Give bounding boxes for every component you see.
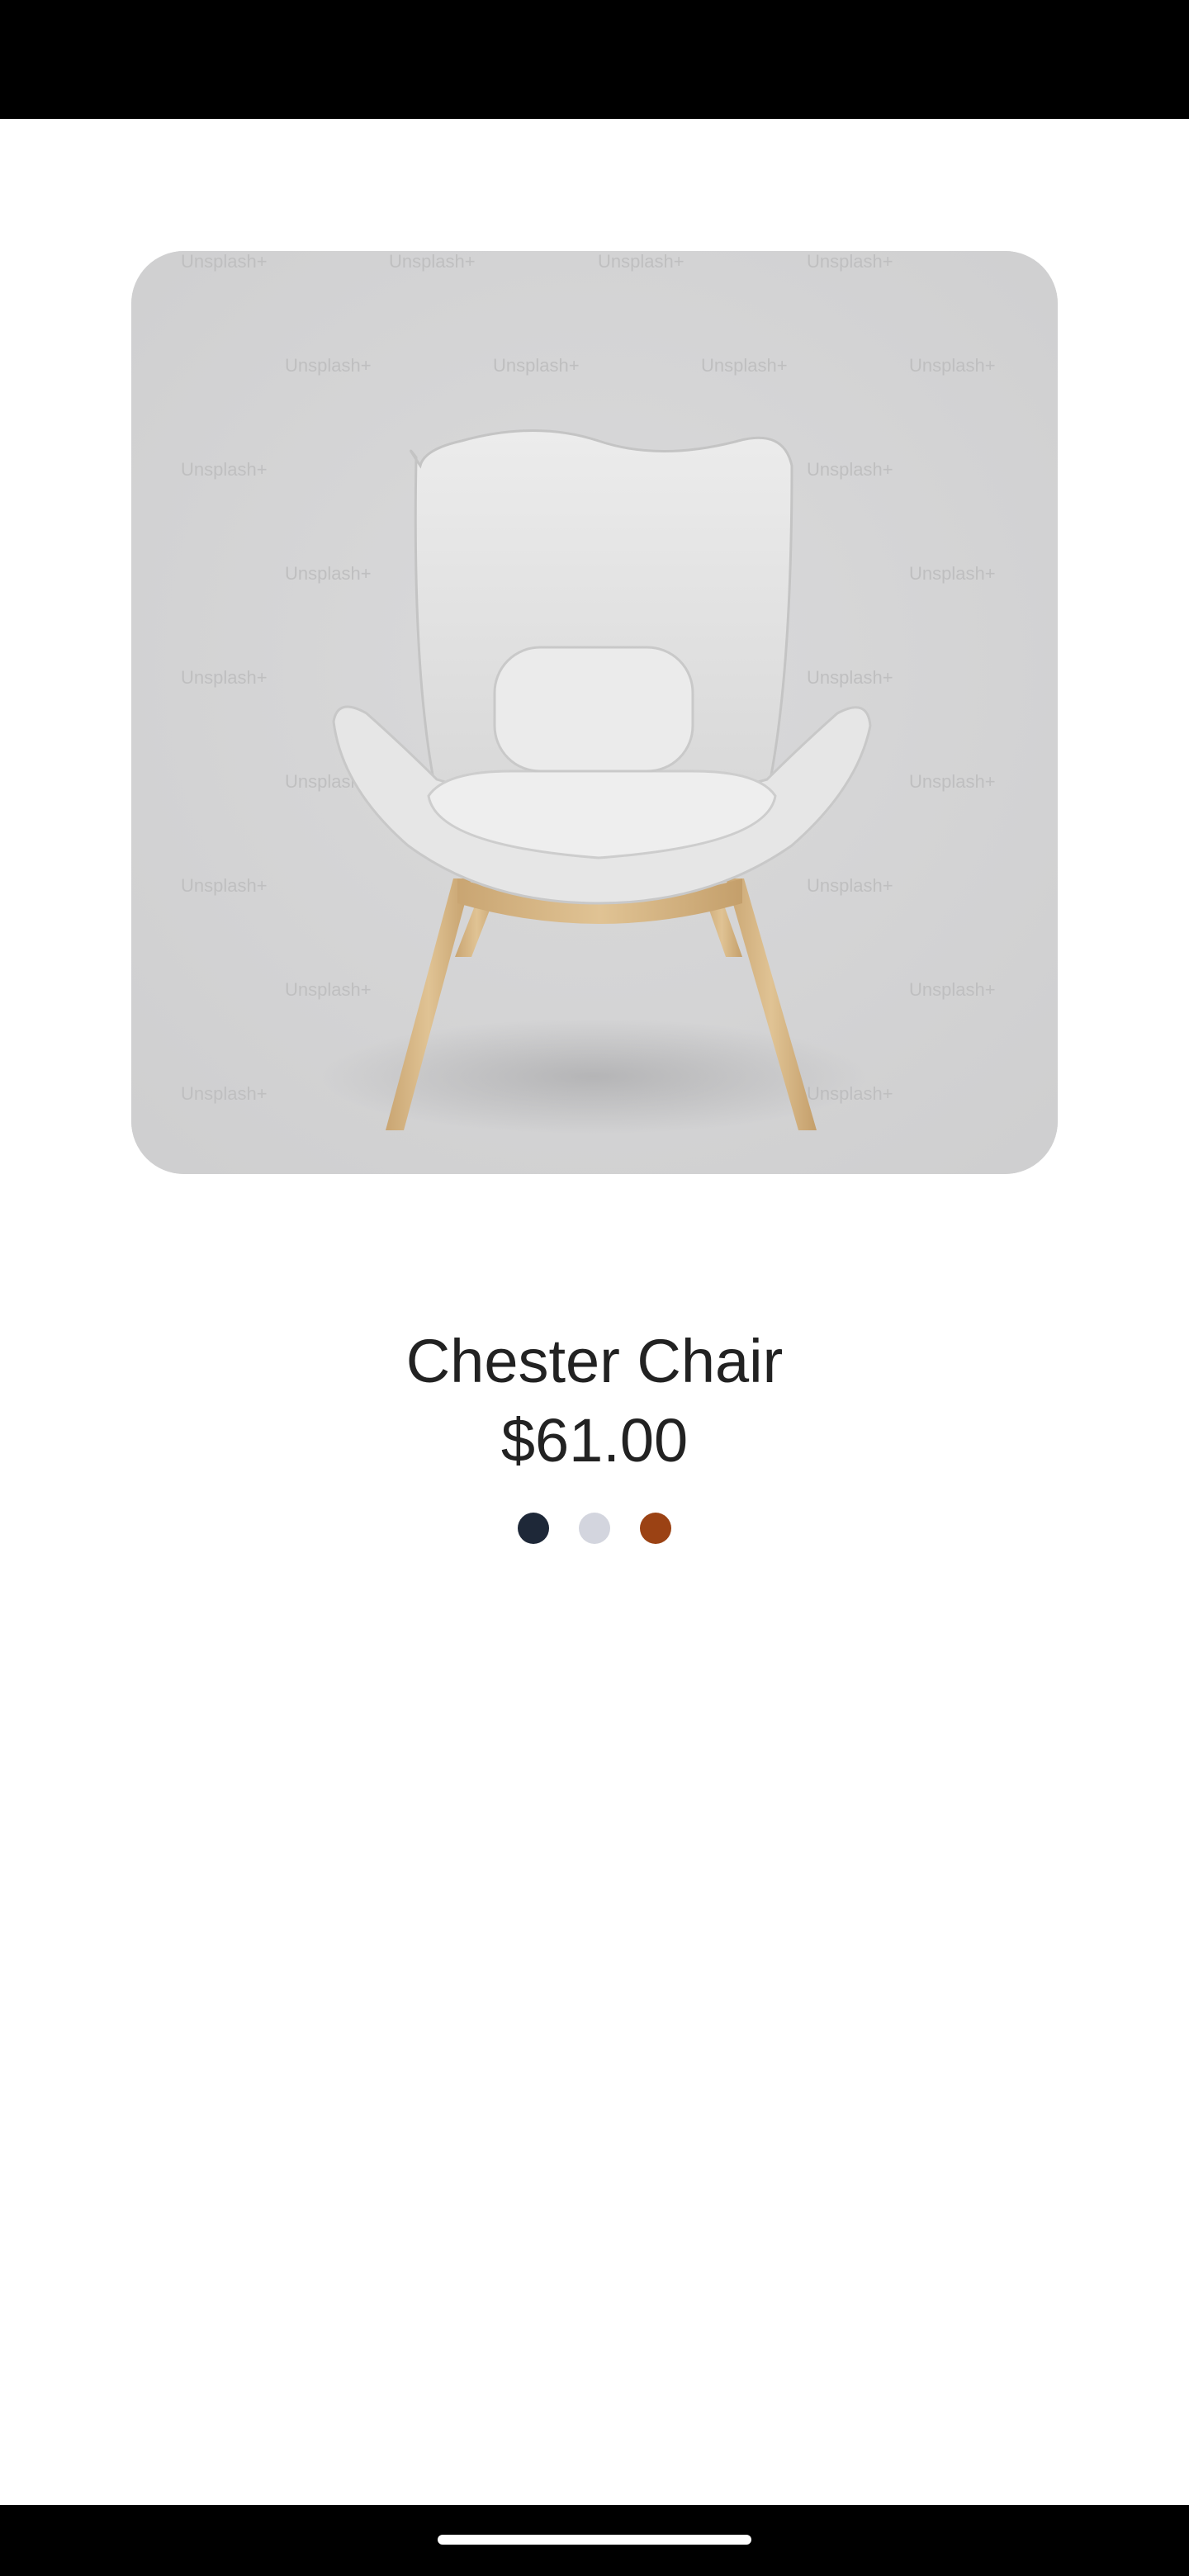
product-screen: Unsplash+ Unsplash+ Unsplash+ Unsplash+ … xyxy=(0,119,1189,2505)
svg-text:Unsplash+: Unsplash+ xyxy=(701,355,788,376)
svg-text:Unsplash+: Unsplash+ xyxy=(181,1083,268,1104)
svg-text:Unsplash+: Unsplash+ xyxy=(285,355,372,376)
svg-text:Unsplash+: Unsplash+ xyxy=(181,251,268,272)
chair-illustration: Unsplash+ Unsplash+ Unsplash+ Unsplash+ … xyxy=(131,251,1058,1174)
svg-text:Unsplash+: Unsplash+ xyxy=(181,459,268,480)
color-swatch-rust[interactable] xyxy=(640,1513,671,1544)
svg-text:Unsplash+: Unsplash+ xyxy=(493,355,580,376)
product-card[interactable]: Unsplash+ Unsplash+ Unsplash+ Unsplash+ … xyxy=(131,251,1058,1544)
svg-text:Unsplash+: Unsplash+ xyxy=(807,667,893,688)
color-swatch-light-gray[interactable] xyxy=(579,1513,610,1544)
svg-text:Unsplash+: Unsplash+ xyxy=(285,563,372,584)
svg-text:Unsplash+: Unsplash+ xyxy=(181,667,268,688)
svg-text:Unsplash+: Unsplash+ xyxy=(909,563,996,584)
svg-text:Unsplash+: Unsplash+ xyxy=(909,771,996,792)
color-swatch-navy[interactable] xyxy=(518,1513,549,1544)
status-bar xyxy=(0,0,1189,119)
svg-text:Unsplash+: Unsplash+ xyxy=(285,979,372,1000)
svg-text:Unsplash+: Unsplash+ xyxy=(598,251,685,272)
svg-text:Unsplash+: Unsplash+ xyxy=(909,979,996,1000)
home-indicator[interactable] xyxy=(438,2535,751,2545)
system-navigation-bar xyxy=(0,2505,1189,2576)
svg-text:Unsplash+: Unsplash+ xyxy=(909,355,996,376)
svg-text:Unsplash+: Unsplash+ xyxy=(807,459,893,480)
product-name: Chester Chair xyxy=(405,1327,784,1395)
color-swatches xyxy=(131,1513,1058,1546)
product-image[interactable]: Unsplash+ Unsplash+ Unsplash+ Unsplash+ … xyxy=(131,251,1058,1174)
svg-text:Unsplash+: Unsplash+ xyxy=(807,875,893,896)
chair-pillow xyxy=(493,646,694,773)
svg-text:Unsplash+: Unsplash+ xyxy=(181,875,268,896)
svg-text:Unsplash+: Unsplash+ xyxy=(389,251,476,272)
svg-text:Unsplash+: Unsplash+ xyxy=(807,251,893,272)
product-price: $61.00 xyxy=(500,1406,689,1475)
